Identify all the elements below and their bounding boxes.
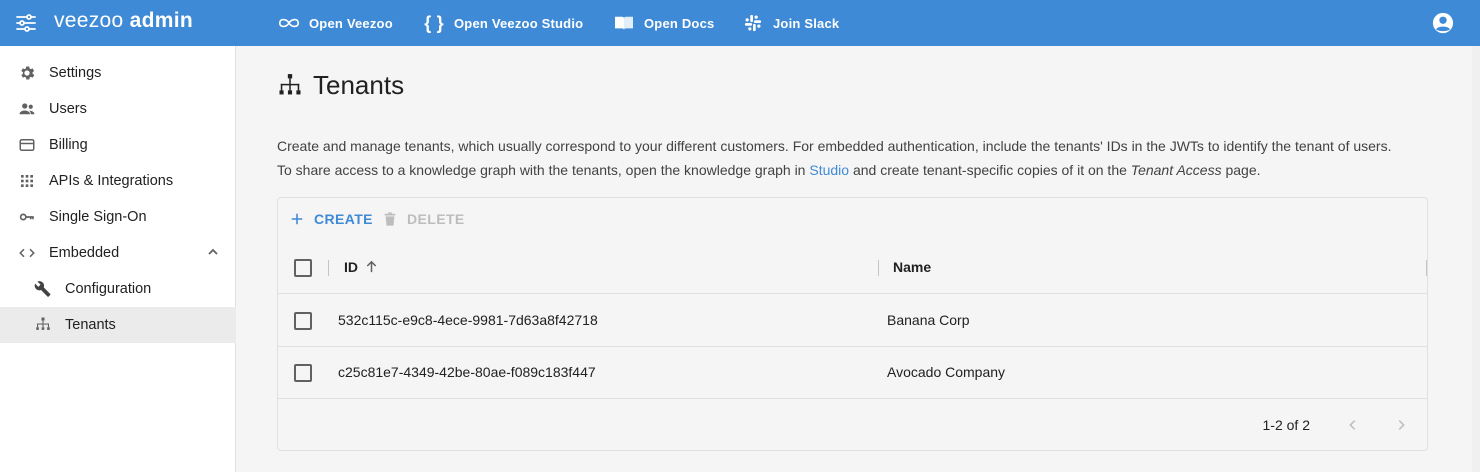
sidebar-item-label: Configuration <box>65 281 152 297</box>
page-title-text: Tenants <box>313 70 405 100</box>
row-checkbox[interactable] <box>294 312 312 330</box>
chevron-up-icon <box>206 245 220 259</box>
open-studio-label: Open Veezoo Studio <box>454 15 584 31</box>
open-studio-link[interactable]: { } Open Veezoo Studio <box>422 13 583 33</box>
grid-header-row: ID Name <box>278 242 1427 294</box>
tenant-name-cell: Banana Corp <box>887 312 970 328</box>
delete-button[interactable]: DELETE <box>381 210 465 228</box>
brand-suffix: admin <box>129 9 194 32</box>
description-text: and create tenant-specific copies of it … <box>849 162 1131 178</box>
description-line-1: Create and manage tenants, which usually… <box>277 138 1392 154</box>
infinity-icon <box>277 13 301 33</box>
sidebar-item-label: APIs & Integrations <box>49 173 174 189</box>
select-all-checkbox[interactable] <box>294 259 312 277</box>
sitemap-icon <box>33 315 53 335</box>
sidebar-item-embedded[interactable]: Embedded <box>0 235 236 271</box>
account-icon[interactable] <box>1432 12 1454 34</box>
top-app-bar: veezoo admin Open Veezoo { } Open Veezoo… <box>0 0 1480 46</box>
create-button[interactable]: CREATE <box>288 210 373 228</box>
sidebar-item-label: Single Sign-On <box>49 209 147 225</box>
description-line-2: To share access to a knowledge graph wit… <box>277 158 1437 182</box>
brand-name: veezoo <box>54 9 124 32</box>
gear-icon <box>17 63 37 83</box>
trash-icon <box>381 210 399 228</box>
grid-footer: 1-2 of 2 <box>278 398 1427 450</box>
plus-icon <box>288 210 306 228</box>
studio-link[interactable]: Studio <box>809 162 849 178</box>
sidebar-item-tenants[interactable]: Tenants <box>0 307 236 343</box>
credit-card-icon <box>17 135 37 155</box>
sidebar-item-apis[interactable]: APIs & Integrations <box>0 163 236 199</box>
column-header-name[interactable]: Name <box>893 259 931 275</box>
table-row[interactable]: 532c115c-e9c8-4ece-9981-7d63a8f42718 Ban… <box>278 295 1427 347</box>
sidebar-item-users[interactable]: Users <box>0 91 236 127</box>
tenant-access-emphasis: Tenant Access <box>1130 162 1222 178</box>
slack-icon <box>741 13 765 33</box>
open-docs-link[interactable]: Open Docs <box>612 13 714 33</box>
sidebar-item-label: Users <box>49 101 87 117</box>
sidebar-item-billing[interactable]: Billing <box>0 127 236 163</box>
wrench-icon <box>33 279 53 299</box>
people-icon <box>17 99 37 119</box>
sidebar-item-sso[interactable]: Single Sign-On <box>0 199 236 235</box>
arrow-up-sort-icon[interactable] <box>364 259 380 275</box>
braces-icon: { } <box>424 12 444 33</box>
sitemap-icon <box>277 72 303 100</box>
tenant-id-cell: 532c115c-e9c8-4ece-9981-7d63a8f42718 <box>338 312 598 328</box>
sidebar-item-configuration[interactable]: Configuration <box>0 271 236 307</box>
delete-label: DELETE <box>407 211 465 227</box>
page-description: Create and manage tenants, which usually… <box>277 134 1437 182</box>
row-checkbox[interactable] <box>294 364 312 382</box>
sidebar-item-settings[interactable]: Settings <box>0 55 236 91</box>
open-veezoo-link[interactable]: Open Veezoo <box>277 13 393 33</box>
column-header-id[interactable]: ID <box>344 259 380 275</box>
page-title: Tenants <box>277 70 404 101</box>
table-row[interactable]: c25c81e7-4349-42be-80ae-f089c183f447 Avo… <box>278 347 1427 399</box>
page-scrollbar[interactable] <box>1472 46 1480 472</box>
book-icon <box>612 13 636 33</box>
description-text: page. <box>1221 162 1261 178</box>
column-separator[interactable] <box>1426 260 1427 276</box>
column-separator[interactable] <box>878 260 879 276</box>
sliders-menu-icon[interactable] <box>14 11 38 35</box>
chevron-right-icon[interactable] <box>1389 413 1413 437</box>
open-docs-label: Open Docs <box>644 15 715 31</box>
create-label: CREATE <box>314 211 373 227</box>
chevron-left-icon[interactable] <box>1341 413 1365 437</box>
join-slack-link[interactable]: Join Slack <box>741 13 839 33</box>
pagination-range: 1-2 of 2 <box>1262 417 1310 433</box>
sidebar-item-label: Embedded <box>49 245 120 261</box>
grid-apps-icon <box>17 171 37 191</box>
column-header-label: Name <box>893 259 932 275</box>
join-slack-label: Join Slack <box>773 15 840 31</box>
tenant-name-cell: Avocado Company <box>887 364 1006 380</box>
sidebar-item-label: Tenants <box>65 317 116 333</box>
code-icon <box>17 243 37 263</box>
column-separator[interactable] <box>328 260 329 276</box>
sidebar-item-label: Billing <box>49 137 88 153</box>
tenant-id-cell: c25c81e7-4349-42be-80ae-f089c183f447 <box>338 364 596 380</box>
grid-toolbar: CREATE DELETE <box>278 198 1427 242</box>
sidebar-item-label: Settings <box>49 65 102 81</box>
sidebar: Settings Users Billing APIs & Integratio… <box>0 46 236 472</box>
column-header-label: ID <box>344 259 358 275</box>
description-text: To share access to a knowledge graph wit… <box>277 162 810 178</box>
main-content: Tenants Create and manage tenants, which… <box>237 46 1480 472</box>
tenants-data-grid: CREATE DELETE ID Name 532c115c-e9c8-4ece… <box>277 197 1428 451</box>
open-veezoo-label: Open Veezoo <box>309 15 393 31</box>
key-icon <box>17 207 37 227</box>
brand-logo[interactable]: veezoo admin <box>54 9 193 33</box>
